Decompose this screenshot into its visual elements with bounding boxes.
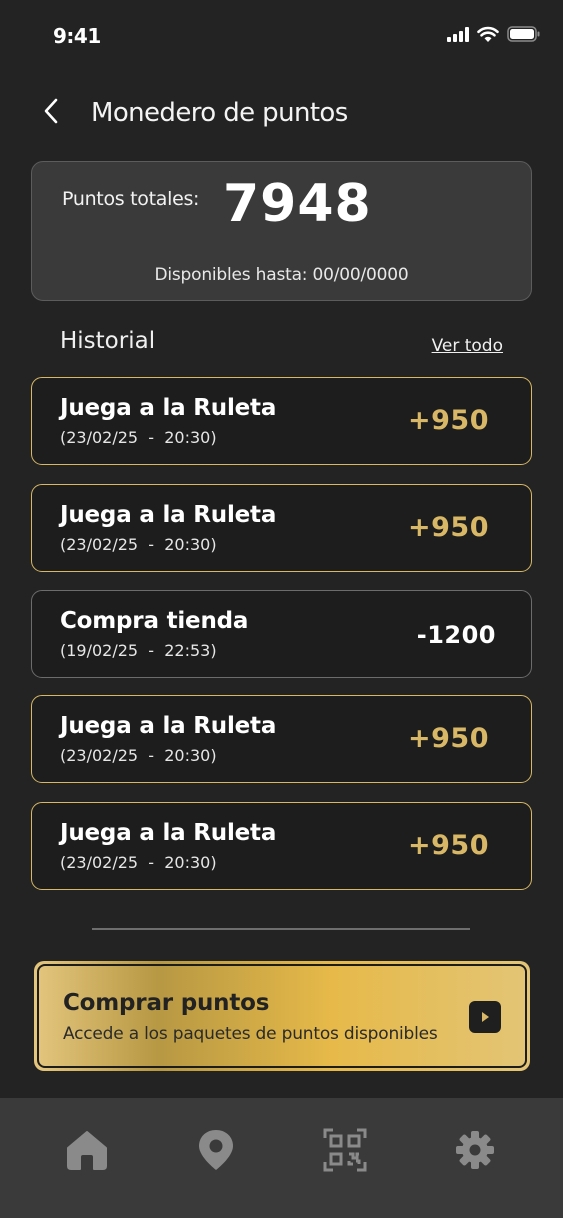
nav-location[interactable]	[191, 1126, 241, 1174]
header: Monedero de puntos	[0, 88, 563, 138]
back-button[interactable]	[36, 94, 66, 128]
history-item[interactable]: Juega a la Ruleta (23/02/25 - 20:30) +95…	[31, 377, 532, 465]
battery-icon	[507, 26, 541, 42]
history-item-title: Juega a la Ruleta	[60, 502, 277, 528]
history-item[interactable]: Juega a la Ruleta (23/02/25 - 20:30) +95…	[31, 802, 532, 890]
qr-code-icon	[323, 1128, 367, 1172]
gear-icon	[456, 1131, 494, 1169]
history-item-amount: +950	[408, 405, 489, 436]
nav-settings[interactable]	[450, 1126, 500, 1174]
points-value: 7948	[223, 174, 372, 234]
buy-points-title: Comprar puntos	[63, 990, 270, 1016]
signal-icon	[447, 26, 469, 42]
chevron-left-icon	[44, 98, 58, 124]
history-item-amount: +950	[408, 512, 489, 543]
history-item[interactable]: Compra tienda (19/02/25 - 22:53) -1200	[31, 590, 532, 678]
buy-points-inner: Comprar puntos Accede a los paquetes de …	[37, 964, 527, 1068]
buy-points-button[interactable]: Comprar puntos Accede a los paquetes de …	[34, 961, 530, 1071]
history-item-title: Juega a la Ruleta	[60, 713, 277, 739]
wifi-icon	[477, 26, 499, 43]
bottom-nav	[0, 1098, 563, 1218]
status-icons	[447, 24, 541, 44]
history-item-date: (23/02/25 - 20:30)	[60, 746, 217, 765]
points-expiry: Disponibles hasta: 00/00/0000	[154, 265, 409, 285]
home-icon	[67, 1131, 107, 1170]
history-title: Historial	[60, 328, 156, 354]
history-item-date: (23/02/25 - 20:30)	[60, 853, 217, 872]
history-item-date: (23/02/25 - 20:30)	[60, 428, 217, 447]
history-item-date: (19/02/25 - 22:53)	[60, 641, 217, 660]
see-all-link[interactable]: Ver todo	[432, 336, 503, 356]
history-item-title: Juega a la Ruleta	[60, 820, 277, 846]
buy-points-subtitle: Accede a los paquetes de puntos disponib…	[63, 1024, 438, 1044]
points-label: Puntos totales:	[62, 188, 200, 210]
history-item-amount: +950	[408, 723, 489, 754]
history-item-title: Compra tienda	[60, 608, 249, 634]
points-card: Puntos totales: 7948 Disponibles hasta: …	[31, 161, 532, 301]
history-item-amount: -1200	[416, 621, 496, 649]
history-item-title: Juega a la Ruleta	[60, 395, 277, 421]
history-item[interactable]: Juega a la Ruleta (23/02/25 - 20:30) +95…	[31, 695, 532, 783]
history-item[interactable]: Juega a la Ruleta (23/02/25 - 20:30) +95…	[31, 484, 532, 572]
status-time: 9:41	[53, 24, 101, 48]
page-title: Monedero de puntos	[91, 98, 348, 128]
location-pin-icon	[199, 1130, 233, 1170]
play-arrow-icon	[469, 1001, 501, 1033]
history-item-date: (23/02/25 - 20:30)	[60, 535, 217, 554]
history-item-amount: +950	[408, 830, 489, 861]
divider	[92, 928, 470, 930]
status-bar: 9:41	[0, 0, 563, 70]
nav-qr[interactable]	[320, 1126, 370, 1174]
nav-home[interactable]	[62, 1126, 112, 1174]
